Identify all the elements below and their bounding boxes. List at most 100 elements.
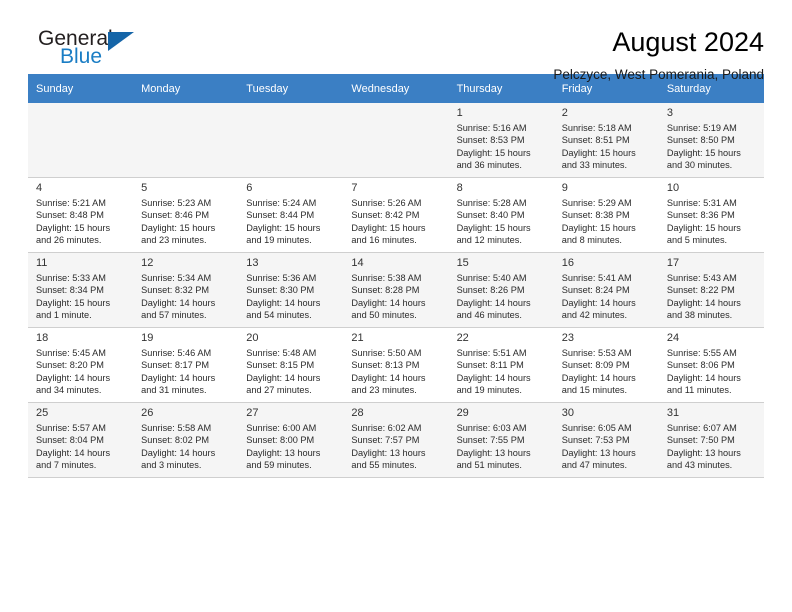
calendar-day-cell[interactable]: 3 Sunrise: 5:19 AM Sunset: 8:50 PM Daylig…	[658, 103, 764, 178]
day-sun-info: Sunrise: 5:38 AM Sunset: 8:28 PM Dayligh…	[351, 273, 426, 321]
calendar-cell-empty	[238, 103, 344, 178]
day-sun-info: Sunrise: 5:41 AM Sunset: 8:24 PM Dayligh…	[561, 273, 636, 321]
calendar-day-cell[interactable]: 5 Sunrise: 5:23 AM Sunset: 8:46 PM Daylig…	[133, 177, 239, 253]
day-number: 22	[456, 332, 469, 344]
calendar-day-cell[interactable]: 16 Sunrise: 5:41 AM Sunset: 8:24 PM Dayli…	[553, 252, 659, 328]
day-number: 18	[36, 332, 49, 344]
day-number: 31	[666, 407, 680, 419]
day-sun-info: Sunrise: 5:29 AM Sunset: 8:38 PM Dayligh…	[561, 198, 636, 246]
calendar-day-cell[interactable]: 23 Sunrise: 5:53 AM Sunset: 8:09 PM Dayli…	[553, 327, 659, 403]
calendar-day-cell[interactable]: 30 Sunrise: 6:05 AM Sunset: 7:53 PM Dayli…	[553, 402, 659, 478]
day-cell-content: 31 Sunrise: 6:07 AM Sunset: 7:50 PM Dayli…	[659, 403, 764, 477]
calendar-day-cell[interactable]: 1 Sunrise: 5:16 AM Sunset: 8:53 PM Daylig…	[448, 103, 554, 178]
calendar-day-cell[interactable]: 9 Sunrise: 5:29 AM Sunset: 8:38 PM Daylig…	[553, 177, 659, 253]
title-block: August 2024 Pelczyce, West Pomerania, Po…	[148, 26, 764, 84]
calendar-day-cell[interactable]: 15 Sunrise: 5:40 AM Sunset: 8:26 PM Dayli…	[448, 252, 554, 328]
weekday-header-sunday: Sunday	[28, 74, 134, 103]
calendar-day-cell[interactable]: 2 Sunrise: 5:18 AM Sunset: 8:51 PM Daylig…	[553, 103, 659, 178]
logo-triangle-icon	[108, 32, 134, 51]
calendar-day-cell[interactable]: 29 Sunrise: 6:03 AM Sunset: 7:55 PM Dayli…	[448, 402, 554, 478]
day-sun-info: Sunrise: 5:28 AM Sunset: 8:40 PM Dayligh…	[456, 198, 531, 246]
day-number: 6	[246, 182, 253, 194]
day-cell-content: 4 Sunrise: 5:21 AM Sunset: 8:48 PM Daylig…	[28, 178, 133, 252]
day-number: 12	[141, 257, 154, 269]
calendar-day-cell[interactable]: 17 Sunrise: 5:43 AM Sunset: 8:22 PM Dayli…	[658, 252, 764, 328]
day-sun-info: Sunrise: 5:36 AM Sunset: 8:30 PM Dayligh…	[246, 273, 321, 321]
day-sun-info: Sunrise: 6:05 AM Sunset: 7:53 PM Dayligh…	[561, 423, 636, 471]
day-cell-content: 8 Sunrise: 5:28 AM Sunset: 8:40 PM Daylig…	[449, 178, 554, 252]
day-cell-content: 26 Sunrise: 5:58 AM Sunset: 8:02 PM Dayli…	[133, 403, 238, 477]
day-number: 21	[351, 332, 364, 344]
day-sun-info: Sunrise: 5:19 AM Sunset: 8:50 PM Dayligh…	[666, 123, 741, 171]
day-number: 8	[456, 182, 463, 194]
calendar-day-cell[interactable]: 12 Sunrise: 5:34 AM Sunset: 8:32 PM Dayli…	[133, 252, 239, 328]
day-sun-info: Sunrise: 5:23 AM Sunset: 8:46 PM Dayligh…	[141, 198, 216, 246]
day-number: 7	[351, 182, 358, 194]
day-cell-content: 18 Sunrise: 5:45 AM Sunset: 8:20 PM Dayli…	[28, 328, 133, 402]
day-sun-info: Sunrise: 5:55 AM Sunset: 8:06 PM Dayligh…	[666, 348, 741, 396]
page-title: August 2024	[612, 27, 764, 57]
day-cell-content: 25 Sunrise: 5:57 AM Sunset: 8:04 PM Dayli…	[28, 403, 133, 477]
calendar-day-cell[interactable]: 11 Sunrise: 5:33 AM Sunset: 8:34 PM Dayli…	[28, 252, 134, 328]
day-sun-info: Sunrise: 5:33 AM Sunset: 8:34 PM Dayligh…	[36, 273, 111, 321]
logo-text-blue: Blue	[60, 45, 103, 68]
calendar-day-cell[interactable]: 18 Sunrise: 5:45 AM Sunset: 8:20 PM Dayli…	[28, 327, 134, 403]
day-sun-info: Sunrise: 5:53 AM Sunset: 8:09 PM Dayligh…	[561, 348, 636, 396]
calendar-body: 1 Sunrise: 5:16 AM Sunset: 8:53 PM Daylig…	[28, 103, 764, 478]
day-cell-content: 2 Sunrise: 5:18 AM Sunset: 8:51 PM Daylig…	[554, 103, 659, 177]
calendar-day-cell[interactable]: 8 Sunrise: 5:28 AM Sunset: 8:40 PM Daylig…	[448, 177, 554, 253]
calendar-week-row: 11 Sunrise: 5:33 AM Sunset: 8:34 PM Dayli…	[28, 252, 764, 328]
day-sun-info: Sunrise: 5:21 AM Sunset: 8:48 PM Dayligh…	[36, 198, 111, 246]
calendar-day-cell[interactable]: 19 Sunrise: 5:46 AM Sunset: 8:17 PM Dayli…	[133, 327, 239, 403]
day-cell-content: 9 Sunrise: 5:29 AM Sunset: 8:38 PM Daylig…	[554, 178, 659, 252]
day-number: 3	[666, 107, 673, 119]
calendar-week-row: 18 Sunrise: 5:45 AM Sunset: 8:20 PM Dayli…	[28, 327, 764, 403]
day-number: 24	[666, 332, 680, 344]
day-cell-content: 11 Sunrise: 5:33 AM Sunset: 8:34 PM Dayli…	[28, 253, 133, 327]
calendar-day-cell[interactable]: 26 Sunrise: 5:58 AM Sunset: 8:02 PM Dayli…	[133, 402, 239, 478]
day-sun-info: Sunrise: 5:45 AM Sunset: 8:20 PM Dayligh…	[36, 348, 111, 396]
day-number: 15	[456, 257, 469, 269]
calendar-week-row: 25 Sunrise: 5:57 AM Sunset: 8:04 PM Dayli…	[28, 402, 764, 478]
calendar-day-cell[interactable]: 21 Sunrise: 5:50 AM Sunset: 8:13 PM Dayli…	[343, 327, 449, 403]
page-header: General Blue August 2024 Pelczyce, West …	[28, 0, 764, 82]
calendar-day-cell[interactable]: 4 Sunrise: 5:21 AM Sunset: 8:48 PM Daylig…	[28, 177, 134, 253]
day-cell-content: 6 Sunrise: 5:24 AM Sunset: 8:44 PM Daylig…	[238, 178, 343, 252]
calendar-day-cell[interactable]: 10 Sunrise: 5:31 AM Sunset: 8:36 PM Dayli…	[658, 177, 764, 253]
day-sun-info: Sunrise: 5:18 AM Sunset: 8:51 PM Dayligh…	[561, 123, 636, 171]
day-number: 20	[246, 332, 259, 344]
calendar-day-cell[interactable]: 14 Sunrise: 5:38 AM Sunset: 8:28 PM Dayli…	[343, 252, 449, 328]
day-number: 13	[246, 257, 259, 269]
day-number: 2	[561, 107, 568, 119]
day-cell-content: 16 Sunrise: 5:41 AM Sunset: 8:24 PM Dayli…	[554, 253, 659, 327]
day-number: 1	[456, 107, 463, 119]
calendar-day-cell[interactable]: 31 Sunrise: 6:07 AM Sunset: 7:50 PM Dayli…	[658, 402, 764, 478]
calendar-day-cell[interactable]: 7 Sunrise: 5:26 AM Sunset: 8:42 PM Daylig…	[343, 177, 449, 253]
day-cell-content: 5 Sunrise: 5:23 AM Sunset: 8:46 PM Daylig…	[133, 178, 238, 252]
calendar-cell-empty	[133, 103, 239, 178]
day-number: 17	[666, 257, 680, 269]
calendar-day-cell[interactable]: 25 Sunrise: 5:57 AM Sunset: 8:04 PM Dayli…	[28, 402, 134, 478]
calendar-day-cell[interactable]: 22 Sunrise: 5:51 AM Sunset: 8:11 PM Dayli…	[448, 327, 554, 403]
day-sun-info: Sunrise: 5:40 AM Sunset: 8:26 PM Dayligh…	[456, 273, 531, 321]
calendar-day-cell[interactable]: 13 Sunrise: 5:36 AM Sunset: 8:30 PM Dayli…	[238, 252, 344, 328]
day-sun-info: Sunrise: 5:58 AM Sunset: 8:02 PM Dayligh…	[141, 423, 216, 471]
day-sun-info: Sunrise: 5:51 AM Sunset: 8:11 PM Dayligh…	[456, 348, 531, 396]
day-number: 29	[456, 407, 469, 419]
general-blue-logo[interactable]: General Blue	[28, 26, 148, 76]
day-cell-content: 17 Sunrise: 5:43 AM Sunset: 8:22 PM Dayli…	[659, 253, 764, 327]
day-cell-content: 22 Sunrise: 5:51 AM Sunset: 8:11 PM Dayli…	[449, 328, 554, 402]
calendar-day-cell[interactable]: 24 Sunrise: 5:55 AM Sunset: 8:06 PM Dayli…	[658, 327, 764, 403]
calendar-day-cell[interactable]: 28 Sunrise: 6:02 AM Sunset: 7:57 PM Dayli…	[343, 402, 449, 478]
calendar-day-cell[interactable]: 6 Sunrise: 5:24 AM Sunset: 8:44 PM Daylig…	[238, 177, 344, 253]
day-cell-content: 7 Sunrise: 5:26 AM Sunset: 8:42 PM Daylig…	[343, 178, 448, 252]
calendar-cell-empty	[343, 103, 449, 178]
day-cell-content: 21 Sunrise: 5:50 AM Sunset: 8:13 PM Dayli…	[343, 328, 448, 402]
day-number: 14	[351, 257, 364, 269]
calendar-day-cell[interactable]: 27 Sunrise: 6:00 AM Sunset: 8:00 PM Dayli…	[238, 402, 344, 478]
calendar-week-row: 4 Sunrise: 5:21 AM Sunset: 8:48 PM Daylig…	[28, 177, 764, 253]
day-cell-content: 1 Sunrise: 5:16 AM Sunset: 8:53 PM Daylig…	[449, 103, 554, 177]
calendar-day-cell[interactable]: 20 Sunrise: 5:48 AM Sunset: 8:15 PM Dayli…	[238, 327, 344, 403]
day-sun-info: Sunrise: 5:50 AM Sunset: 8:13 PM Dayligh…	[351, 348, 426, 396]
calendar-page: General Blue August 2024 Pelczyce, West …	[0, 0, 792, 612]
